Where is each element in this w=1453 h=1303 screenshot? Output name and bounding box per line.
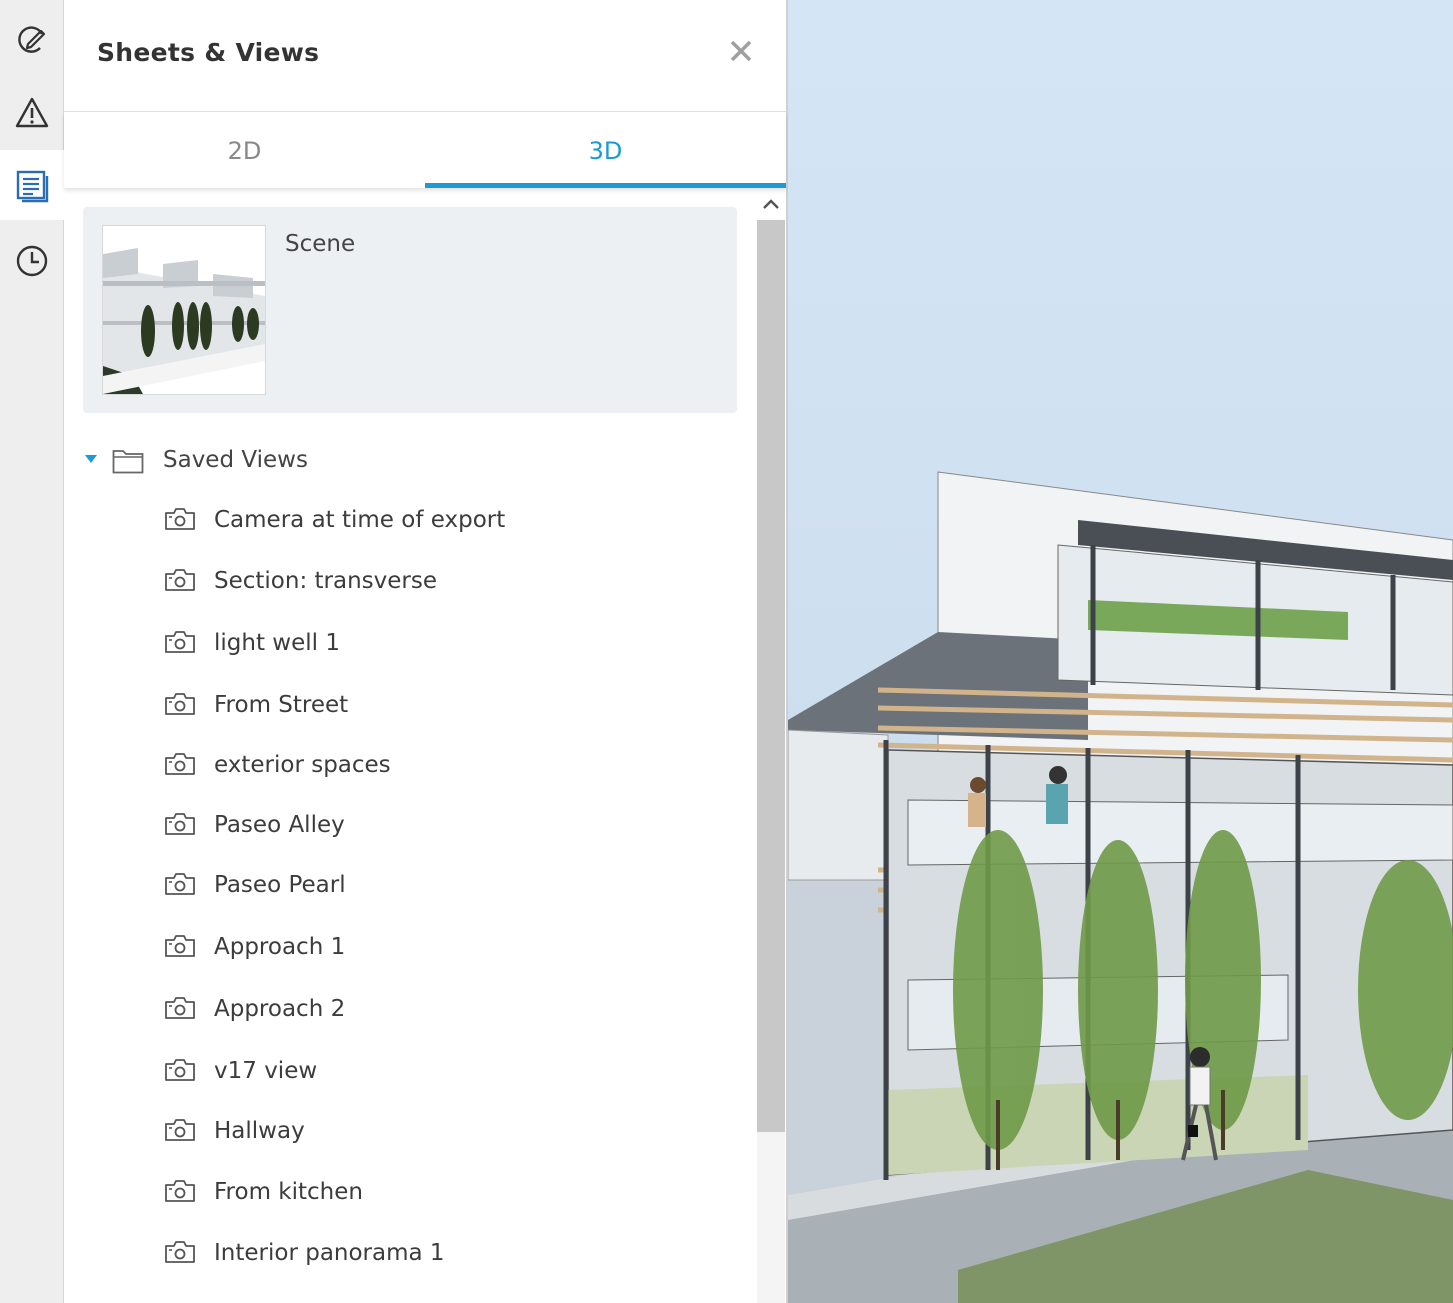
- saved-view-label: light well 1: [214, 630, 340, 656]
- clock-icon: [16, 245, 47, 277]
- history-button[interactable]: [0, 226, 63, 296]
- sheets-views-icon: [16, 170, 49, 203]
- saved-view-label: Approach 2: [214, 996, 346, 1022]
- saved-view-item[interactable]: Interior panorama 1: [164, 1230, 724, 1280]
- saved-view-label: Interior panorama 1: [214, 1240, 445, 1266]
- panel-title: Sheets & Views: [97, 38, 320, 67]
- camera-icon: [164, 752, 196, 780]
- caret-down-icon[interactable]: [84, 454, 98, 464]
- saved-view-label: Approach 1: [214, 934, 346, 960]
- saved-view-item[interactable]: Paseo Alley: [164, 802, 724, 852]
- scene-thumbnail: [102, 225, 266, 395]
- warning-icon: [15, 97, 48, 128]
- saved-view-item[interactable]: Hallway: [164, 1108, 724, 1158]
- saved-view-item[interactable]: Approach 2: [164, 986, 724, 1036]
- saved-view-label: Section: transverse: [214, 568, 437, 594]
- saved-view-item[interactable]: Approach 1: [164, 924, 724, 974]
- markup-button[interactable]: [0, 5, 63, 75]
- close-icon: [730, 40, 752, 62]
- saved-view-item[interactable]: light well 1: [164, 620, 724, 670]
- saved-view-label: From Street: [214, 692, 349, 718]
- saved-view-item[interactable]: From Street: [164, 682, 724, 732]
- camera-icon: [164, 1240, 196, 1268]
- saved-view-label: exterior spaces: [214, 752, 391, 778]
- camera-icon: [164, 692, 196, 720]
- saved-view-label: v17 view: [214, 1058, 318, 1084]
- saved-view-item[interactable]: exterior spaces: [164, 742, 724, 792]
- saved-view-label: Camera at time of export: [214, 507, 506, 533]
- markup-icon: [17, 26, 45, 53]
- 3d-viewport[interactable]: [788, 0, 1453, 1303]
- saved-view-label: From kitchen: [214, 1179, 363, 1205]
- camera-icon: [164, 1058, 196, 1086]
- saved-views-group[interactable]: Saved Views: [80, 436, 700, 484]
- camera-icon: [164, 568, 196, 596]
- saved-view-label: Hallway: [214, 1118, 305, 1144]
- saved-view-item[interactable]: Paseo Pearl: [164, 862, 724, 912]
- camera-icon: [164, 507, 196, 535]
- saved-view-label: Paseo Pearl: [214, 872, 346, 898]
- tab-2d[interactable]: 2D: [64, 113, 425, 188]
- panel-header: Sheets & Views: [64, 0, 786, 112]
- camera-icon: [164, 812, 196, 840]
- close-button[interactable]: [724, 34, 758, 68]
- view-tabs: 2D 3D: [64, 113, 786, 188]
- scroll-up-button[interactable]: [757, 190, 785, 218]
- camera-icon: [164, 934, 196, 962]
- tab-3d[interactable]: 3D: [425, 113, 786, 188]
- folder-icon: [112, 450, 144, 474]
- sheets-views-panel: Sheets & Views 2D 3D Scene Saved Views C…: [64, 0, 788, 1303]
- scene-card[interactable]: Scene: [83, 207, 737, 413]
- camera-icon: [164, 872, 196, 900]
- camera-icon: [164, 630, 196, 658]
- saved-view-item[interactable]: Camera at time of export: [164, 497, 724, 547]
- saved-views-label: Saved Views: [163, 447, 308, 473]
- camera-icon: [164, 1118, 196, 1146]
- scene-label: Scene: [285, 231, 356, 257]
- saved-view-item[interactable]: v17 view: [164, 1048, 724, 1098]
- chevron-up-icon: [763, 199, 779, 209]
- camera-icon: [164, 996, 196, 1024]
- building-model-render: [788, 471, 1453, 1303]
- icon-rail: [0, 0, 64, 1303]
- scrollbar-thumb[interactable]: [757, 220, 785, 1132]
- saved-view-item[interactable]: Section: transverse: [164, 558, 724, 608]
- saved-view-item[interactable]: From kitchen: [164, 1169, 724, 1219]
- saved-view-label: Paseo Alley: [214, 812, 345, 838]
- sheets-views-button[interactable]: [0, 150, 64, 220]
- camera-icon: [164, 1179, 196, 1207]
- issues-button[interactable]: [0, 78, 63, 148]
